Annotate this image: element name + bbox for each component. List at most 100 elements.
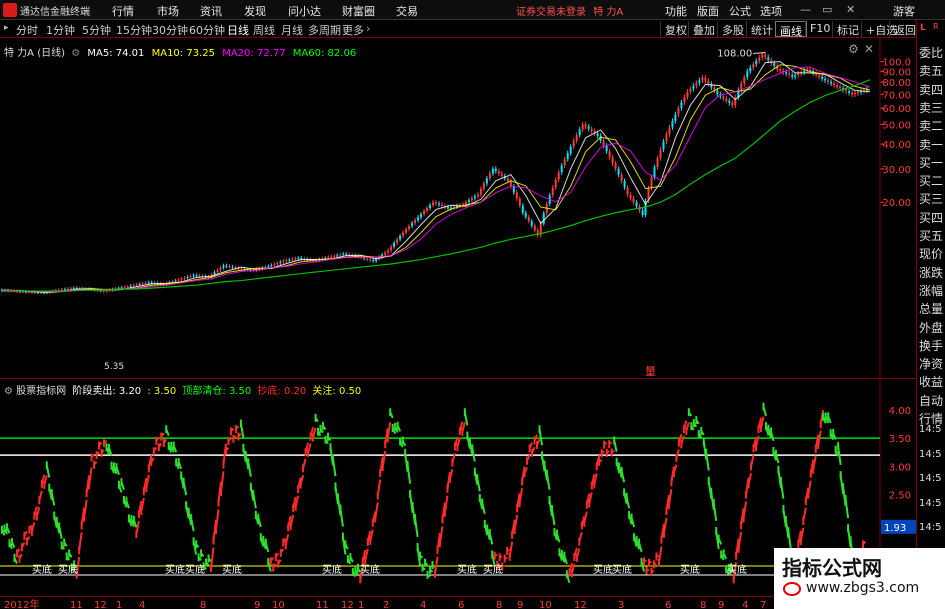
candle-body [728,100,731,103]
candle-body [605,145,608,152]
candle-body [291,259,294,261]
tick-time-label: 14:5 [919,448,942,460]
candle-body [470,198,473,201]
quote-field-label: 换手 [919,338,944,353]
candle-body [330,256,333,258]
period-daily[interactable]: 日线 [227,22,249,38]
quote-field-label: 涨跌 [919,265,944,280]
panel-l-marker[interactable]: L [920,23,926,33]
buy-bottom-label: 买底 [32,563,52,576]
period-more[interactable]: 更多 [342,22,364,38]
menu-discover[interactable]: 发现 [244,3,266,19]
candle-body [273,264,276,266]
period-15min[interactable]: 15分钟 [116,22,152,38]
candle-body [420,214,423,218]
candle-body [581,124,584,130]
candle-body [36,292,39,294]
period-1min[interactable]: 1分钟 [46,22,75,38]
candle-body [659,149,662,159]
quote-field-label: 卖一 [919,137,944,152]
candle-body [506,178,509,181]
candle-body [707,80,710,84]
candle-body [213,272,216,275]
overlay-button[interactable]: 叠加 [688,21,719,37]
candle-body [758,57,761,61]
candle-body [551,187,554,196]
menu-news[interactable]: 资讯 [200,3,222,19]
buy-bottom-label: 买底 [222,563,242,576]
candle-body [635,202,638,207]
period-intraday[interactable]: 分时 [16,22,38,38]
candle-body [566,153,569,160]
adjust-button[interactable]: 复权 [660,21,691,37]
menu-market[interactable]: 市场 [157,3,179,19]
candle-body [219,267,222,270]
candle-body [668,127,671,135]
candle-body [629,194,632,199]
candle-body [488,173,491,179]
price-chart-panel[interactable]: 特 力A (日线) ⚙ MA5: 74.01 MA10: 73.25 MA20:… [0,38,916,378]
guest-user[interactable]: 游客 [893,3,915,19]
candle-body [833,83,836,86]
f10-button[interactable]: F10 [805,21,834,37]
tick-time-label: 14:5 [919,473,942,484]
candle-body [491,168,494,174]
period-30min[interactable]: 30分钟 [152,22,188,38]
candle-body [339,254,342,256]
draw-line-button[interactable]: 画线 [775,21,807,38]
menu-layout[interactable]: 版面 [697,3,719,19]
candle-body [851,92,854,95]
menu-ask[interactable]: 问小达 [288,3,321,19]
candle-body [518,198,521,206]
candle-body [857,92,860,94]
panel-r-marker[interactable]: R [933,22,939,31]
restore-icon[interactable]: ▭ [822,3,832,16]
menu-options[interactable]: 选项 [760,3,782,19]
menu-trade[interactable]: 交易 [396,3,418,19]
minimize-icon[interactable]: — [800,3,811,16]
period-multi[interactable]: 多周期 [308,22,341,38]
expand-icon[interactable]: ▸ [4,23,9,33]
time-axis-label: 8 [700,600,706,609]
time-axis-label: 12 [574,600,587,609]
period-weekly[interactable]: 周线 [253,22,275,38]
period-5min[interactable]: 5分钟 [82,22,111,38]
candle-body [485,178,488,184]
multi-stock-button[interactable]: 多股 [717,21,748,37]
candle-body [216,269,219,273]
chevron-right-icon[interactable]: › [366,22,370,35]
login-status[interactable]: 证券交易未登录 特 力A [516,3,623,18]
candle-body [327,257,330,259]
menu-quotes[interactable]: 行情 [112,3,134,19]
stats-button[interactable]: 统计 [746,21,777,37]
candle-body [524,212,527,217]
candle-body [384,252,387,255]
candle-body [497,171,500,174]
buy-bottom-label: 买底 [165,563,185,576]
candle-body [578,129,581,135]
candle-body [150,282,153,284]
indicator-tick-label: 3.00 [889,462,911,473]
candle-body [336,255,339,257]
candle-body [132,285,135,287]
price-tick-label: 20.00 [882,198,911,209]
candle-body [195,275,198,277]
candle-body [482,183,485,189]
menu-function[interactable]: 功能 [665,3,687,19]
indicator-tick-label: 4.00 [889,406,911,417]
menu-wealth[interactable]: 财富圈 [342,3,375,19]
high-price-pointer [753,52,766,55]
candle-body [297,258,300,260]
candle-body [854,93,857,95]
candle-body [267,266,270,268]
candle-body [746,71,749,78]
quote-field-label[interactable]: 自动 [919,392,943,409]
mark-button[interactable]: 标记 [832,21,863,37]
period-monthly[interactable]: 月线 [281,22,303,38]
ma60-line [2,79,871,292]
candle-body [662,141,665,150]
time-axis-label: 4 [420,600,426,609]
menu-formula[interactable]: 公式 [729,3,751,19]
close-icon[interactable]: ✕ [846,3,855,16]
period-60min[interactable]: 60分钟 [189,22,225,38]
